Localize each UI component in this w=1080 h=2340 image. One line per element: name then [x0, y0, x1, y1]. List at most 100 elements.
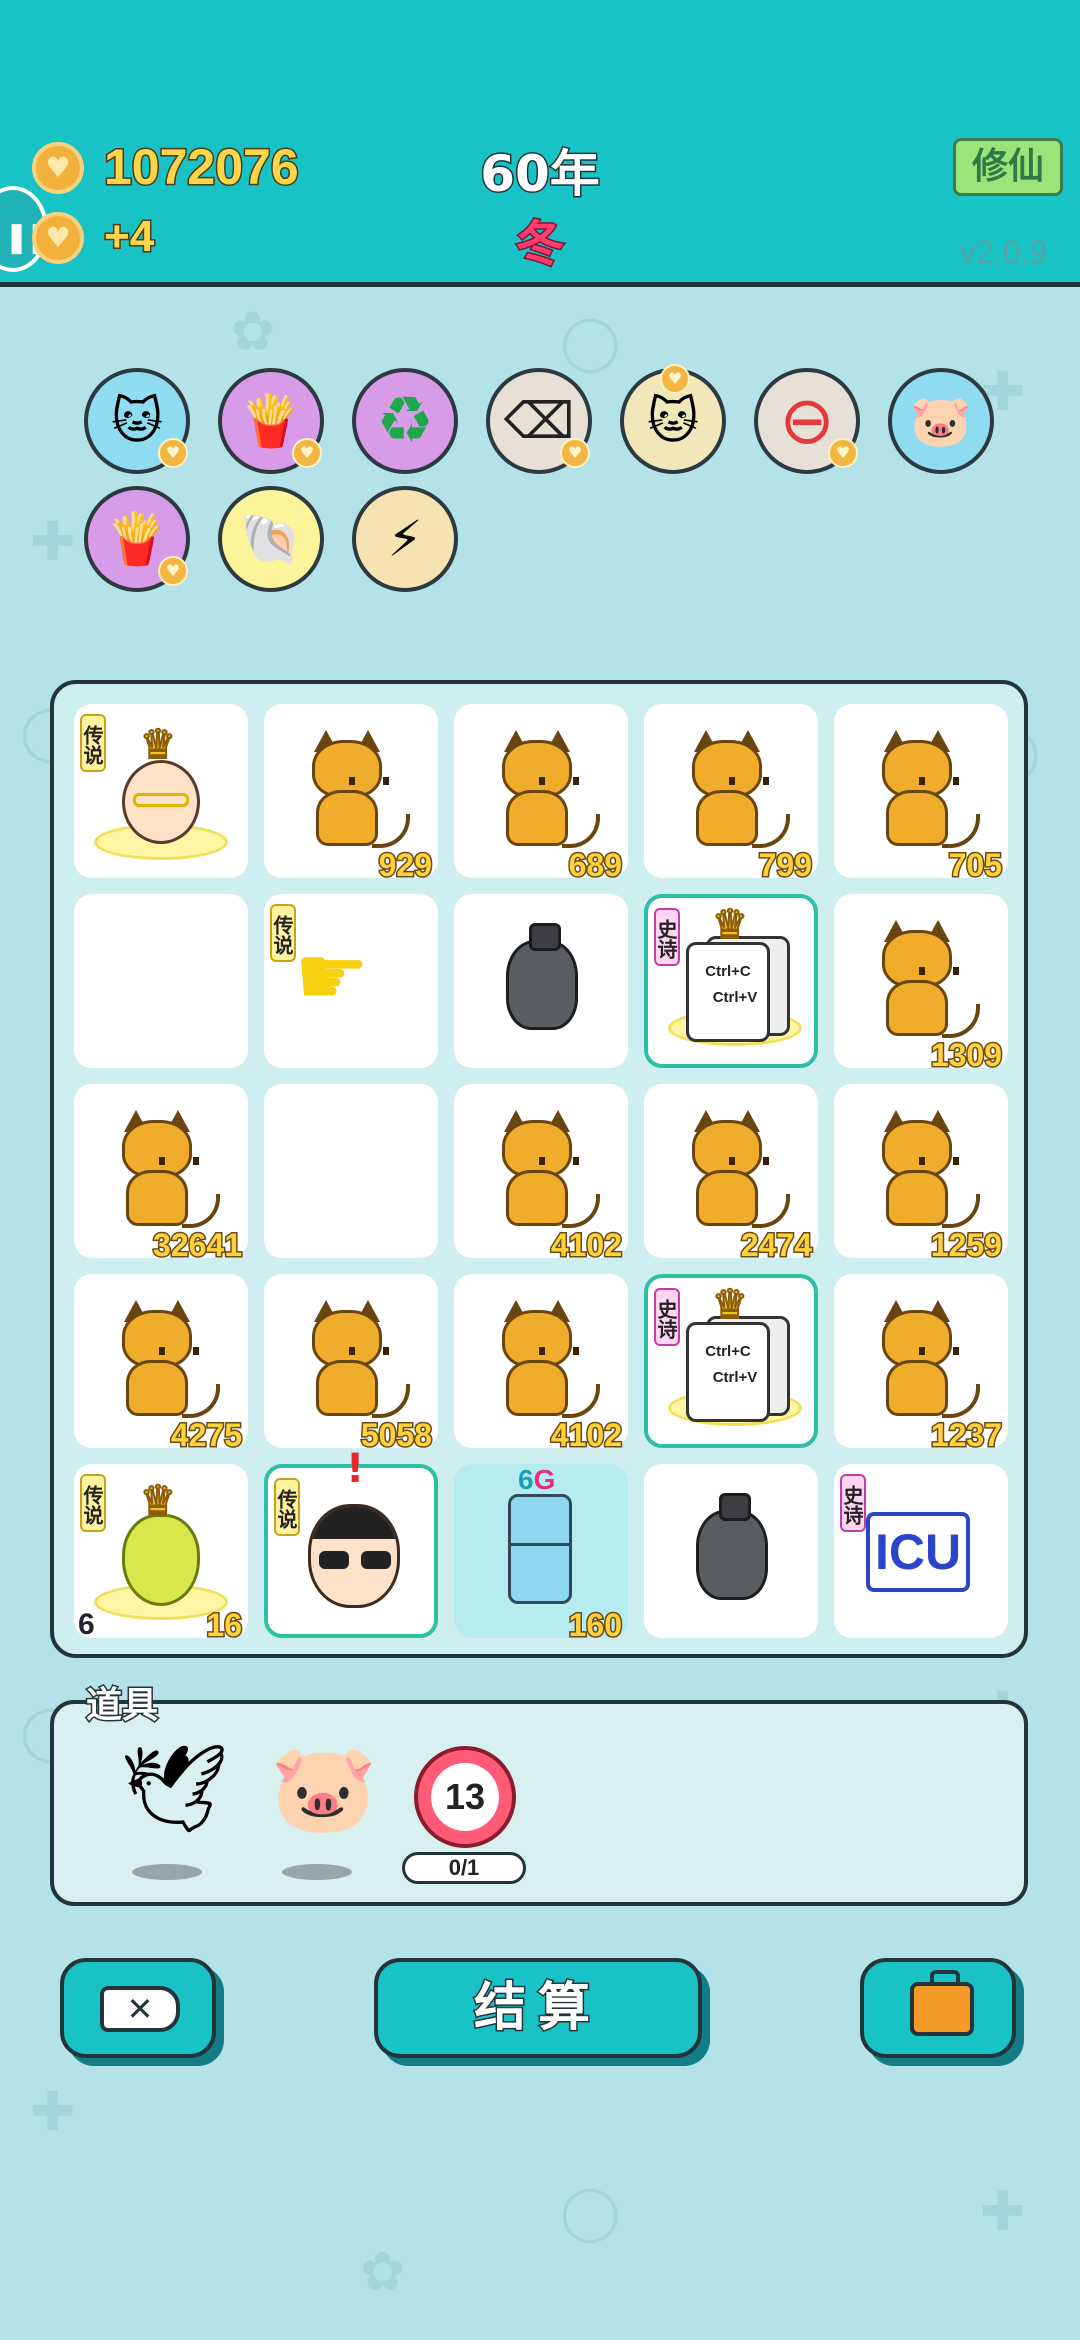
tile-value: 799 — [757, 846, 813, 885]
heart-badge-icon: ♥ — [560, 438, 590, 468]
heart-badge-icon: ♥ — [292, 438, 322, 468]
board-tile[interactable] — [74, 894, 248, 1068]
dove-icon: 🕊 — [120, 1739, 230, 1839]
board-tile[interactable]: 32641 — [74, 1084, 248, 1265]
season-label: 冬 — [514, 215, 565, 274]
settle-button[interactable]: 结算 — [374, 1958, 702, 2058]
tile-value: 2474 — [739, 1226, 813, 1265]
ctrl-cv-card: Ctrl+C Ctrl+V — [686, 942, 770, 1042]
level-label: 6 — [78, 1608, 95, 1641]
board-tile[interactable]: 705 — [834, 704, 1008, 885]
board-tile[interactable]: 6G 160 — [454, 1464, 628, 1645]
fridge-size-number: 6 — [518, 1464, 534, 1495]
board-tile[interactable]: 2474 — [644, 1084, 818, 1265]
piggy-bank-tool[interactable]: 🐷 — [260, 1746, 377, 1880]
cat-icon — [484, 1300, 600, 1418]
cat-icon — [484, 730, 600, 848]
tile-value: 1259 — [929, 1226, 1003, 1265]
trash-bag-icon — [696, 1493, 768, 1600]
board-tile[interactable]: ICU 史诗 — [834, 1464, 1008, 1638]
inventory-button[interactable] — [860, 1958, 1016, 2058]
delete-button[interactable]: ✕ — [60, 1958, 216, 2058]
trash-bag-icon — [506, 923, 578, 1030]
board-tile[interactable]: 929 — [264, 704, 438, 885]
board-tile[interactable]: 4102 — [454, 1084, 628, 1265]
twin-cats-buff[interactable]: 🐱 ♥ — [620, 364, 726, 474]
fries-buff-2[interactable]: 🍟 ♥ — [84, 486, 190, 592]
rarity-tag: 史诗 — [840, 1474, 866, 1532]
board-tile[interactable]: 4102 — [454, 1274, 628, 1455]
rarity-tag: 传说 — [80, 714, 106, 772]
alert-icon: ! — [346, 1446, 365, 1492]
fridge-size-label: 6G — [518, 1464, 555, 1496]
lightning-buff[interactable]: ⚡ — [352, 486, 458, 592]
board-tile[interactable] — [644, 1464, 818, 1638]
shadow — [132, 1864, 202, 1880]
board-tile[interactable]: 1309 — [834, 894, 1008, 1075]
heart-badge-icon: ♥ — [158, 438, 188, 468]
cat-icon — [674, 1110, 790, 1228]
board-tile[interactable]: ♛ 传说 — [74, 704, 248, 878]
delete-buff[interactable]: ⌫ ♥ — [486, 368, 592, 474]
board-tile[interactable]: 1237 — [834, 1274, 1008, 1455]
cat-icon — [864, 920, 980, 1038]
delete-tag-icon: ⌫ — [503, 392, 575, 450]
ctrl-v-text: Ctrl+V — [712, 1369, 758, 1386]
board-tile[interactable]: 799 — [644, 704, 818, 885]
heart-badge-icon: ♥ — [158, 556, 188, 586]
cat-icon — [104, 1110, 220, 1228]
tile-value: 16 — [205, 1606, 244, 1645]
board-tile[interactable] — [454, 894, 628, 1068]
board-tile[interactable]: 4275 — [74, 1274, 248, 1455]
timer-count: 0/1 — [402, 1852, 526, 1884]
settle-label: 结算 — [472, 1977, 602, 2040]
ctrl-cv-card: Ctrl+C Ctrl+V — [686, 1322, 770, 1422]
tools-title: 道具 — [84, 1684, 159, 1728]
board-tile[interactable]: 1259 — [834, 1084, 1008, 1265]
board-tile[interactable]: 689 — [454, 704, 628, 885]
piggy-bank-icon: 🐷 — [909, 392, 973, 450]
cat-icon — [484, 1110, 600, 1228]
rarity-tag: 史诗 — [654, 908, 680, 966]
gourd-icon — [122, 1514, 200, 1606]
cat-icon — [864, 1300, 980, 1418]
board-tile[interactable]: ♛ 6 传说 16 — [74, 1464, 248, 1645]
tile-value: 1237 — [929, 1416, 1003, 1455]
board-tile[interactable]: 5058 — [264, 1274, 438, 1455]
timer-tool[interactable]: 13 — [414, 1746, 516, 1848]
ctrl-v-text: Ctrl+V — [712, 989, 758, 1006]
board-tile[interactable]: ! 传说 — [264, 1446, 438, 1638]
board-tile[interactable]: Ctrl+C Ctrl+V ♛ 史诗 — [644, 1274, 818, 1448]
tile-value: 1309 — [929, 1036, 1003, 1075]
merge-board: ♛ 传说 929 689 799 705 ☛ 传说 Ctrl+C Ctrl+V ♛ 史诗 1309 326… — [50, 680, 1028, 1658]
cat-buff[interactable]: 🐱 ♥ — [84, 368, 190, 474]
fridge-size-unit: G — [533, 1464, 556, 1495]
heart-badge-icon: ♥ — [660, 364, 690, 394]
tile-value: 4102 — [549, 1226, 623, 1265]
shell-buff[interactable]: 🐚 — [218, 486, 324, 592]
fries-icon: 🍟 — [239, 392, 303, 450]
rarity-tag: 传说 — [80, 1474, 106, 1532]
cat-icon — [674, 730, 790, 848]
rarity-tag: 传说 — [270, 904, 296, 962]
briefcase-icon — [910, 1970, 974, 2036]
shadow — [282, 1864, 352, 1880]
ctrl-c-text: Ctrl+C — [705, 963, 751, 980]
board-tile[interactable] — [264, 1084, 438, 1258]
crown-icon: ♛ — [711, 901, 749, 949]
version-label: v2.0.9 — [960, 234, 1048, 270]
board-tile[interactable]: Ctrl+C Ctrl+V ♛ 史诗 — [644, 894, 818, 1068]
board-tile[interactable]: ☛ 传说 — [264, 894, 438, 1068]
recycle-buff[interactable]: ♻ — [352, 368, 458, 474]
minus-buff[interactable]: ⊖ ♥ — [754, 368, 860, 474]
piggy-bank-icon: 🐷 — [270, 1739, 378, 1839]
delete-tag-icon: ✕ — [100, 1986, 180, 2032]
dove-tool[interactable]: 🕊 — [110, 1746, 229, 1880]
tile-value: 160 — [567, 1606, 623, 1645]
piggy-bank-buff[interactable]: 🐷 — [888, 368, 994, 474]
fries-buff[interactable]: 🍟 ♥ — [218, 368, 324, 474]
cat-icon — [294, 1300, 410, 1418]
cultivate-button[interactable]: 修仙 — [953, 138, 1063, 196]
rarity-tag: 传说 — [274, 1478, 300, 1536]
cat-icon — [294, 730, 410, 848]
